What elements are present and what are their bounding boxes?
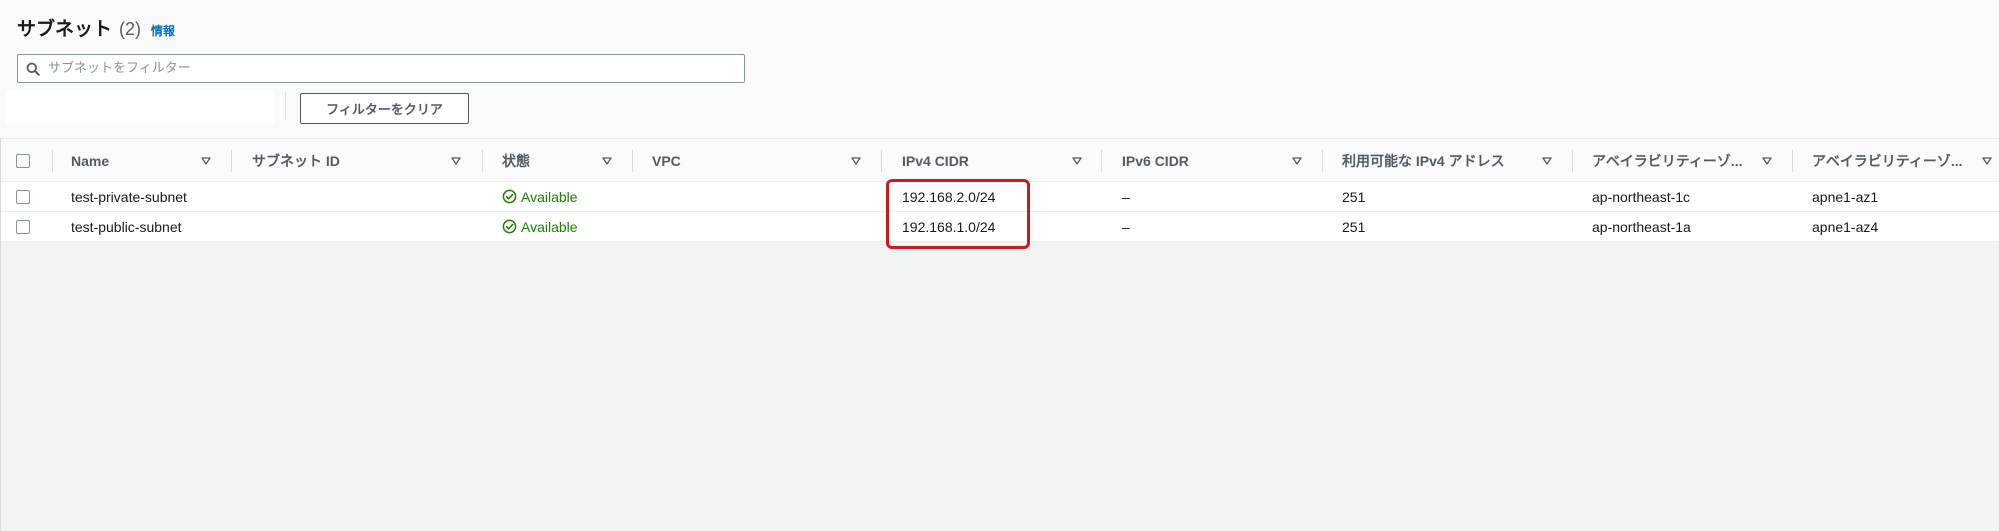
column-separator [231,150,232,172]
cell-status: Available [502,182,578,211]
column-header-label: アベイラビリティーゾ... [1592,152,1743,169]
column-header-label: サブネット ID [252,152,340,169]
row-checkbox[interactable] [16,189,30,204]
cell-name: test-private-subnet [71,188,187,205]
column-header-vpc[interactable]: VPC [652,139,865,182]
column-header-availability-zone-id[interactable]: アベイラビリティーゾ... [1812,139,1996,182]
column-separator [632,150,633,172]
column-header-available-ipv4[interactable]: 利用可能な IPv4 アドレス [1342,139,1556,182]
column-header-ipv4-cidr[interactable]: IPv4 CIDR [902,139,1086,182]
redacted-filter-token [6,90,274,123]
cell-available-ipv4: 251 [1342,188,1366,205]
sort-icon [602,156,612,165]
column-header-availability-zone[interactable]: アベイラビリティーゾ... [1592,139,1776,182]
sort-icon [1762,156,1772,165]
cell-ipv6-cidr: – [1122,218,1130,235]
cell-availability-zone-id: apne1-az4 [1812,218,1879,235]
redacted-vpc [644,212,867,241]
status-label: Available [521,218,578,235]
sort-icon [201,156,211,165]
cell-available-ipv4: 251 [1342,218,1366,235]
column-separator [881,150,882,172]
redacted-subnet-id [239,212,447,241]
cell-availability-zone: ap-northeast-1c [1592,188,1691,205]
column-separator [1792,150,1793,172]
column-header-label: IPv4 CIDR [902,152,969,169]
column-header-label: 利用可能な IPv4 アドレス [1342,152,1505,169]
sort-icon [1072,156,1082,165]
column-header-label: IPv6 CIDR [1122,152,1189,169]
row-select-cell [16,212,30,241]
column-header-label: Name [71,152,110,169]
subnet-count: (2) [119,19,142,39]
subnets-header: サブネット (2) 情報 フィルターをクリア [0,0,1999,138]
column-separator [1322,150,1323,172]
search-icon [18,55,48,82]
title-row: サブネット (2) 情報 [17,14,175,41]
table-header-row: Name サブネット ID 状態 VPC IPv4 CIDR IPv6 CIDR [1,138,1999,182]
column-header-subnet-id[interactable]: サブネット ID [252,139,465,182]
select-all-checkbox[interactable] [16,153,30,168]
column-separator [482,150,483,172]
row-checkbox[interactable] [16,219,30,234]
sort-icon [1982,156,1992,165]
cell-ipv6-cidr: – [1122,188,1130,205]
status-available-icon [502,219,517,234]
column-header-label: アベイラビリティーゾ... [1812,152,1963,169]
status-label: Available [521,188,578,205]
filter-search-input[interactable] [48,56,744,81]
column-separator [1101,150,1102,172]
row-select-cell [16,182,30,211]
cell-status: Available [502,212,578,241]
column-header-status[interactable]: 状態 [502,139,616,182]
column-header-label: VPC [652,152,681,169]
column-header-label: 状態 [502,152,530,169]
page-title: サブネット [17,18,113,40]
column-header-ipv6-cidr[interactable]: IPv6 CIDR [1122,139,1306,182]
cell-availability-zone: ap-northeast-1a [1592,218,1691,235]
redacted-subnet-id [239,182,447,211]
column-separator [1572,150,1573,172]
column-header-name[interactable]: Name [71,139,215,182]
toolbar-divider [285,92,286,120]
clear-filter-button[interactable]: フィルターをクリア [300,93,469,124]
sort-icon [1292,156,1302,165]
filter-search-box[interactable] [17,54,745,83]
sort-icon [451,156,461,165]
status-available-icon [502,189,517,204]
redacted-vpc [644,182,867,211]
ipv4-cidr-highlight-box [886,179,1030,249]
column-separator [52,150,53,172]
sort-icon [851,156,861,165]
cell-name: test-public-subnet [71,218,182,235]
sort-icon [1542,156,1552,165]
cell-availability-zone-id: apne1-az1 [1812,188,1879,205]
info-link[interactable]: 情報 [151,22,175,39]
select-all-cell [16,139,36,182]
